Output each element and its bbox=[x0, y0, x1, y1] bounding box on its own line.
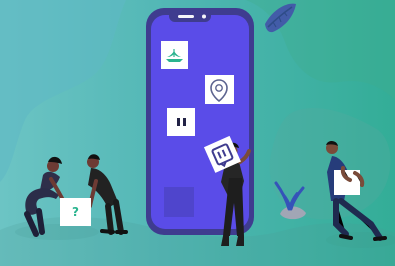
phone-app-pause-card bbox=[167, 108, 195, 136]
question-mark-icon: ? bbox=[72, 205, 79, 219]
phone-empty-slot bbox=[164, 187, 194, 217]
illustration-svg: ? bbox=[0, 0, 395, 266]
illustration-scene: ? bbox=[0, 0, 395, 266]
phone-app-leaf-card bbox=[161, 41, 188, 69]
carried-box: ? bbox=[60, 198, 91, 226]
pause-icon bbox=[177, 118, 180, 126]
phone-app-location-card bbox=[205, 75, 234, 104]
